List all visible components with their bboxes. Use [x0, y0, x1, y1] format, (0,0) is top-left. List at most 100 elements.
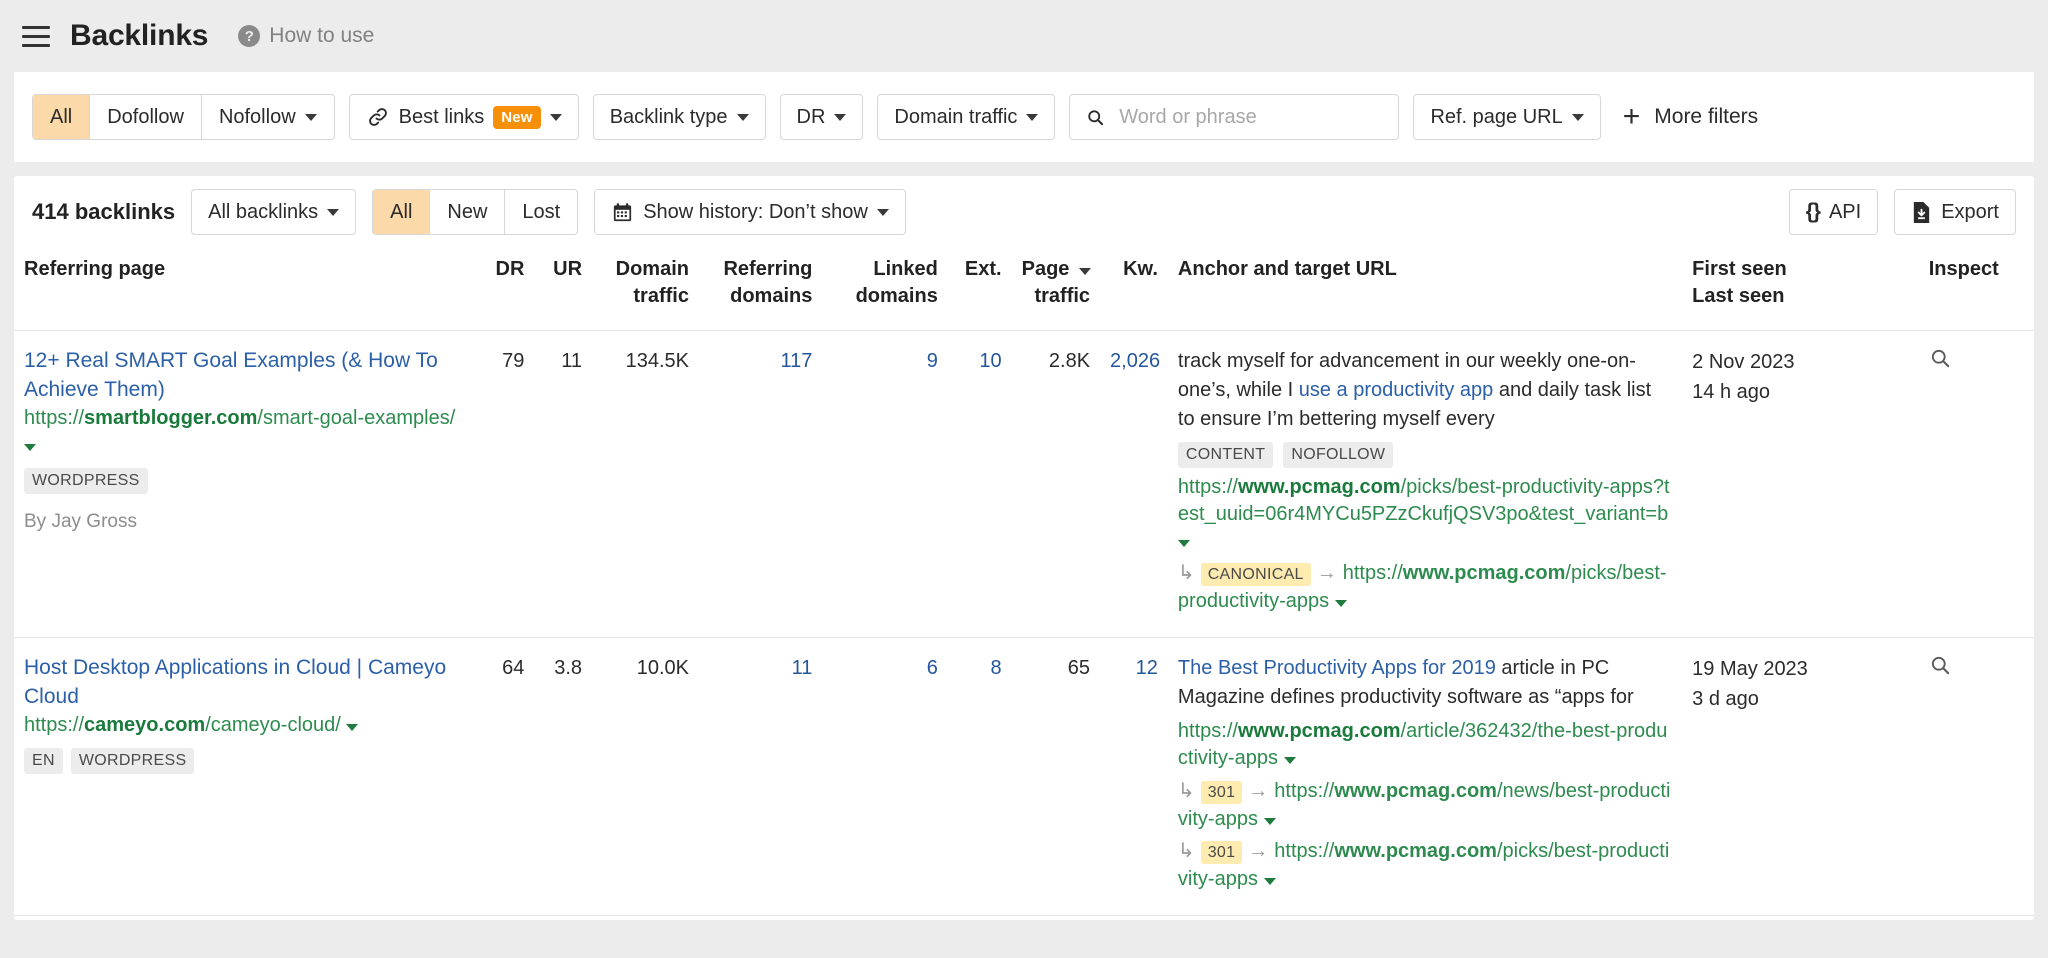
follow-segment: All Dofollow Nofollow: [32, 94, 335, 140]
referring-page-tags: ENWORDPRESS: [24, 748, 467, 774]
col-linked-domains[interactable]: Linked domains: [822, 248, 947, 331]
redirect-code: 301: [1201, 841, 1243, 864]
cell-kw[interactable]: 12: [1100, 638, 1168, 915]
chevron-down-icon[interactable]: [1335, 600, 1347, 607]
backlinks-count: 414 backlinks: [32, 199, 175, 225]
col-domain-traffic-l2: traffic: [602, 283, 689, 310]
show-history-dropdown[interactable]: Show history: Don’t show: [594, 189, 906, 235]
chevron-down-icon[interactable]: [1264, 818, 1276, 825]
search-icon: [1929, 347, 1952, 370]
cell-seen: 2 Nov 2023 14 h ago: [1682, 331, 1919, 638]
best-links-button[interactable]: Best links New: [349, 94, 579, 140]
cell-anchor-target: The Best Productivity Apps for 2019 arti…: [1168, 638, 1682, 915]
show-history-label: Show history: Don’t show: [643, 201, 868, 224]
api-button[interactable]: {} API: [1789, 189, 1879, 235]
chevron-down-icon[interactable]: [1178, 540, 1190, 547]
redirect-to-icon: →: [1248, 780, 1268, 802]
col-kw[interactable]: Kw.: [1100, 248, 1168, 331]
anchor-link[interactable]: The Best Productivity Apps for 2019: [1178, 657, 1496, 679]
col-ur[interactable]: UR: [534, 248, 592, 331]
export-label: Export: [1941, 201, 1999, 224]
cell-ext[interactable]: 10: [948, 331, 1012, 638]
more-filters-button[interactable]: + More filters: [1623, 102, 1758, 132]
more-filters-label: More filters: [1654, 105, 1758, 129]
question-circle-icon: ?: [238, 25, 260, 47]
referring-page-url[interactable]: https://cameyo.com/cameyo-cloud/: [24, 712, 467, 739]
chevron-down-icon[interactable]: [1284, 757, 1296, 764]
domain-traffic-filter[interactable]: Domain traffic: [877, 94, 1055, 140]
last-seen-value: 3 d ago: [1692, 684, 1909, 714]
hamburger-icon[interactable]: [14, 14, 58, 58]
col-referring-page[interactable]: Referring page: [14, 248, 477, 331]
col-seen[interactable]: First seen Last seen: [1682, 248, 1919, 331]
state-lost[interactable]: Lost: [505, 190, 577, 234]
col-page-traffic[interactable]: Page traffic: [1012, 248, 1100, 331]
results-panel: 414 backlinks All backlinks All New Lost: [14, 176, 2034, 920]
chevron-down-icon[interactable]: [346, 724, 358, 731]
referring-page-byline: By Jay Gross: [24, 508, 467, 536]
target-url[interactable]: https://www.pcmag.com/article/362432/the…: [1178, 718, 1672, 772]
ref-page-url-filter[interactable]: Ref. page URL: [1413, 94, 1600, 140]
state-segment: All New Lost: [372, 189, 578, 235]
chevron-down-icon: [877, 209, 889, 216]
chevron-down-icon: [737, 114, 749, 121]
cell-inspect[interactable]: [1919, 638, 2034, 915]
referring-page-url[interactable]: https://smartblogger.com/smart-goal-exam…: [24, 405, 467, 459]
search-input[interactable]: [1117, 105, 1382, 130]
cell-linked-domains[interactable]: 9: [822, 331, 947, 638]
cell-page-traffic: 65: [1012, 638, 1100, 915]
filter-all[interactable]: All: [33, 95, 90, 139]
search-box[interactable]: [1069, 94, 1399, 140]
redirect-arrow-icon: ↳: [1178, 562, 1195, 584]
anchor-tag: NOFOLLOW: [1283, 442, 1393, 468]
table-row: Host Desktop Applications in Cloud | Cam…: [14, 638, 2034, 915]
how-to-use-link[interactable]: ? How to use: [238, 24, 374, 48]
dr-filter[interactable]: DR: [780, 94, 864, 140]
col-first-seen: First seen: [1692, 256, 1909, 283]
inspect-button[interactable]: [1929, 654, 1952, 686]
redirect-to-icon: →: [1317, 562, 1337, 584]
referring-page-title[interactable]: Host Desktop Applications in Cloud | Cam…: [24, 656, 446, 708]
export-button[interactable]: Export: [1894, 189, 2016, 235]
chevron-down-icon[interactable]: [24, 444, 36, 451]
domain-traffic-label: Domain traffic: [894, 106, 1017, 129]
cell-ext[interactable]: 8: [948, 638, 1012, 915]
col-ext[interactable]: Ext.: [948, 248, 1012, 331]
state-all-label: All: [390, 201, 412, 224]
cell-linked-domains[interactable]: 6: [822, 638, 947, 915]
referring-page-title[interactable]: 12+ Real SMART Goal Examples (& How To A…: [24, 349, 438, 401]
col-dr[interactable]: DR: [477, 248, 535, 331]
target-url[interactable]: https://www.pcmag.com/picks/best-product…: [1178, 474, 1672, 556]
cell-referring-domains[interactable]: 117: [699, 331, 822, 638]
download-file-icon: [1911, 201, 1932, 224]
cell-domain-traffic: 10.0K: [592, 638, 699, 915]
col-domain-traffic[interactable]: Domain traffic: [592, 248, 699, 331]
chevron-down-icon: [327, 209, 339, 216]
col-last-seen: Last seen: [1692, 283, 1909, 310]
cell-referring-domains[interactable]: 11: [699, 638, 822, 915]
cell-page-traffic: 2.8K: [1012, 331, 1100, 638]
referring-page-tag: WORDPRESS: [24, 468, 148, 494]
filter-dofollow[interactable]: Dofollow: [90, 95, 202, 139]
cell-inspect[interactable]: [1919, 331, 2034, 638]
backlink-type-filter[interactable]: Backlink type: [593, 94, 766, 140]
cell-referring-page: 12+ Real SMART Goal Examples (& How To A…: [14, 331, 477, 638]
chevron-down-icon: [550, 114, 562, 121]
inspect-button[interactable]: [1929, 347, 1952, 379]
cell-kw[interactable]: 2,026: [1100, 331, 1168, 638]
scope-dropdown[interactable]: All backlinks: [191, 189, 356, 235]
table-header: Referring page DR UR Domain traffic Refe…: [14, 248, 2034, 331]
col-referring-domains[interactable]: Referring domains: [699, 248, 822, 331]
state-new[interactable]: New: [430, 190, 505, 234]
search-icon: [1929, 654, 1952, 677]
chevron-down-icon[interactable]: [1264, 878, 1276, 885]
filter-nofollow[interactable]: Nofollow: [202, 95, 334, 139]
state-all[interactable]: All: [373, 190, 430, 234]
cell-domain-traffic: 134.5K: [592, 331, 699, 638]
redirect-entry: ↳CANONICAL→https://www.pcmag.com/picks/b…: [1178, 559, 1672, 615]
api-label: API: [1829, 201, 1861, 224]
anchor-link[interactable]: use a productivity app: [1299, 379, 1494, 401]
results-toolbar: 414 backlinks All backlinks All New Lost: [14, 176, 2034, 248]
redirect-to-icon: →: [1248, 840, 1268, 862]
col-anchor-target[interactable]: Anchor and target URL: [1168, 248, 1682, 331]
